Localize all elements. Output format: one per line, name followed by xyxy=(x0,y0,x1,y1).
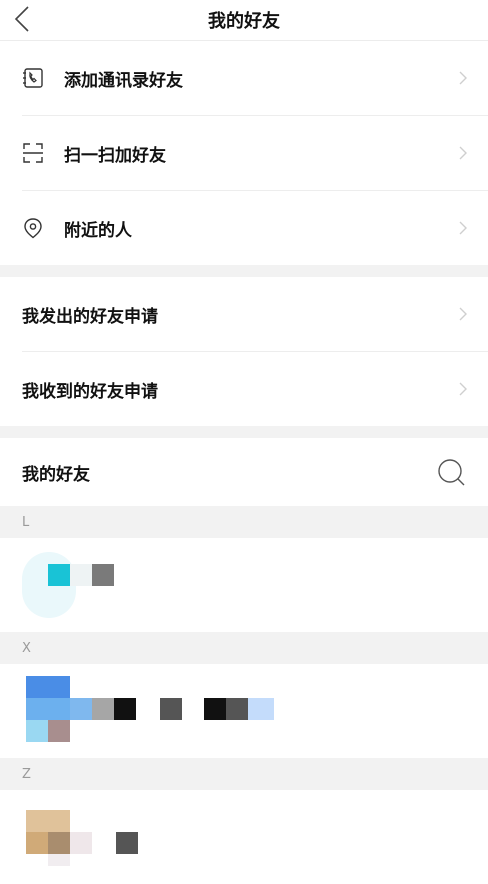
back-button[interactable] xyxy=(14,2,44,36)
avatar-pixel xyxy=(48,720,70,742)
top-bar: 我的好友 xyxy=(0,0,488,41)
chevron-right-icon xyxy=(459,221,467,235)
name-pixel xyxy=(92,698,114,720)
name-pixel xyxy=(92,564,114,586)
contacts-phone-icon xyxy=(22,67,44,89)
name-pixel xyxy=(70,698,92,720)
avatar xyxy=(26,810,70,832)
friend-item[interactable] xyxy=(0,538,488,632)
location-pin-icon xyxy=(22,217,44,239)
nearby-people-label: 附近的人 xyxy=(64,220,132,241)
index-letter: X xyxy=(0,632,488,664)
avatar-pixel xyxy=(70,832,92,854)
received-requests-label: 我收到的好友申请 xyxy=(22,381,158,402)
chevron-right-icon xyxy=(459,146,467,160)
add-contacts-friends-label: 添加通讯录好友 xyxy=(64,70,183,91)
sent-requests-row[interactable]: 我发出的好友申请 xyxy=(0,277,488,351)
chevron-left-icon xyxy=(14,6,29,32)
avatar-pixel xyxy=(70,564,92,586)
page-title: 我的好友 xyxy=(208,11,280,32)
name-pixel xyxy=(204,698,226,720)
friends-section-title: 我的好友 xyxy=(22,464,90,485)
chevron-right-icon xyxy=(459,71,467,85)
name-pixel xyxy=(114,698,136,720)
nearby-people-row[interactable]: 附近的人 xyxy=(0,191,488,265)
name-pixel xyxy=(248,698,274,720)
friends-section-header: 我的好友 xyxy=(0,438,488,506)
name-pixel xyxy=(226,698,248,720)
section-gap xyxy=(0,426,488,438)
avatar-pixel xyxy=(48,564,70,586)
scan-icon xyxy=(22,142,44,164)
name-pixel xyxy=(160,698,182,720)
received-requests-row[interactable]: 我收到的好友申请 xyxy=(0,352,488,426)
avatar-pixel xyxy=(48,832,70,854)
sent-requests-label: 我发出的好友申请 xyxy=(22,306,158,327)
chevron-right-icon xyxy=(459,307,467,321)
scan-add-friend-row[interactable]: 扫一扫加好友 xyxy=(0,116,488,190)
section-gap xyxy=(0,265,488,277)
index-letter: L xyxy=(0,506,488,538)
scan-add-friend-label: 扫一扫加好友 xyxy=(64,145,166,166)
friend-item[interactable] xyxy=(0,664,488,758)
avatar xyxy=(26,676,70,698)
avatar-pixel xyxy=(26,720,48,742)
name-pixel xyxy=(116,832,138,854)
chevron-right-icon xyxy=(459,382,467,396)
add-contacts-friends-row[interactable]: 添加通讯录好友 xyxy=(0,41,488,115)
avatar-pixel xyxy=(26,698,70,720)
avatar-pixel xyxy=(26,832,48,854)
friend-item[interactable] xyxy=(0,790,488,884)
index-letter: Z xyxy=(0,758,488,790)
search-icon[interactable] xyxy=(436,457,466,487)
